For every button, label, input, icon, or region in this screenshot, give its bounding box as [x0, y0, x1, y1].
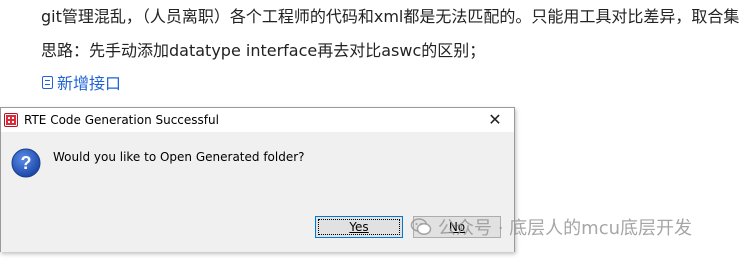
yes-button[interactable]: Yes — [315, 216, 403, 238]
dialog-message: Would you like to Open Generated folder? — [53, 150, 305, 164]
article-text-line-2: 思路：先手动添加datatype interface再去对比aswc的区别； — [41, 41, 486, 60]
document-icon — [42, 75, 53, 89]
dialog-titlebar[interactable]: RTE Code Generation Successful ✕ — [1, 108, 514, 132]
article-text-line-1: git管理混乱，（人员离职）各个工程师的代码和xml都是无法匹配的。只能用工具对… — [41, 7, 740, 26]
watermark-text: 公众号 · 底层人的mcu底层开发 — [438, 218, 693, 239]
yes-button-label: Yes — [349, 220, 369, 234]
svg-text:?: ? — [21, 153, 32, 173]
add-interface-link[interactable]: 新增接口 — [42, 70, 121, 94]
dialog-title: RTE Code Generation Successful — [24, 113, 219, 127]
screenshot-root: git管理混乱，（人员离职）各个工程师的代码和xml都是无法匹配的。只能用工具对… — [0, 0, 753, 259]
watermark: 公众号 · 底层人的mcu底层开发 — [410, 214, 692, 240]
question-icon: ? — [11, 148, 41, 178]
close-icon: ✕ — [488, 110, 502, 129]
rte-app-icon — [4, 113, 18, 127]
wechat-icon — [410, 218, 432, 235]
close-button[interactable]: ✕ — [486, 111, 504, 129]
add-interface-link-label: 新增接口 — [57, 74, 122, 93]
